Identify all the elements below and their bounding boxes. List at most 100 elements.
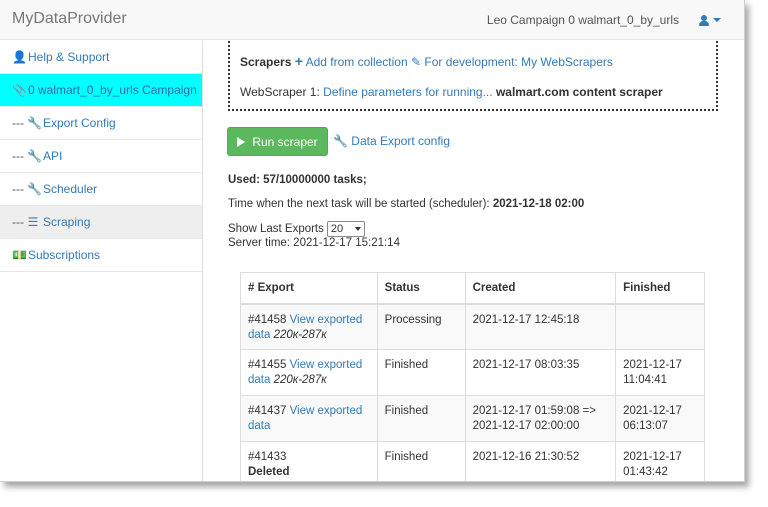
- campaign-label[interactable]: Leo Campaign 0 walmart_0_by_urls: [487, 13, 679, 27]
- finished-time: 01:43:42: [623, 466, 668, 478]
- column-header: Status: [376, 272, 466, 305]
- finished-time: 06:13:07: [623, 420, 668, 432]
- show-last-exports: Show Last Exports 20: [228, 221, 365, 237]
- view-exported-link-cont[interactable]: data: [248, 420, 270, 432]
- show-last-value: 20: [330, 223, 344, 235]
- sidebar-item-campaign[interactable]: 📎 0 walmart_0_by_urls Campaign: [0, 74, 202, 107]
- navbar: MyDataProvider Leo Campaign 0 walmart_0_…: [0, 0, 744, 40]
- table-row: #41437 View exported data Finished 2021-…: [240, 395, 705, 442]
- sidebar-item-prefix: ---: [12, 214, 24, 229]
- next-task-label: Time when the next task will be started …: [228, 198, 490, 210]
- sidebar-item-help[interactable]: 👤 Help & Support: [0, 41, 202, 74]
- brand[interactable]: MyDataProvider: [12, 10, 127, 28]
- define-parameters-link[interactable]: Define parameters for running...: [323, 85, 492, 99]
- webscraper-prefix: WebScraper 1:: [240, 85, 320, 99]
- scrapers-panel: Scrapers + Add from collection ✎ For dev…: [228, 41, 718, 111]
- sidebar-item-prefix: ---: [12, 115, 24, 130]
- created-cell: 2021-12-17 08:03:35: [464, 349, 617, 396]
- finished-cell: [615, 303, 705, 350]
- scrapers-heading: Scrapers: [240, 55, 292, 69]
- paperclip-icon: 📎: [12, 82, 27, 97]
- play-icon: [237, 136, 246, 147]
- column-header: Created: [464, 272, 617, 305]
- sidebar-item-scheduler[interactable]: --- 🔧 Scheduler: [0, 173, 202, 206]
- sidebar-item-subscriptions[interactable]: 💵 Subscriptions: [0, 239, 202, 272]
- tasks-icon: ☰: [27, 214, 39, 229]
- run-scraper-button[interactable]: Run scraper: [227, 127, 328, 156]
- data-export-config-link[interactable]: Data Export config: [351, 134, 450, 148]
- finished-date: 2021-12-17: [623, 359, 682, 371]
- navbar-right: Leo Campaign 0 walmart_0_by_urls: [487, 13, 721, 27]
- table-row: #41458 View exported data 220к-287к Proc…: [240, 303, 705, 350]
- export-range: 220к-287к: [273, 328, 327, 341]
- main-content: Scrapers + Add from collection ✎ For dev…: [215, 41, 740, 481]
- status-cell: Finished: [376, 441, 466, 481]
- export-cell: #41458 View exported data 220к-287к: [240, 303, 378, 350]
- user-menu[interactable]: [699, 14, 721, 26]
- deleted-label: Deleted: [248, 466, 290, 478]
- created-cell: 2021-12-17 12:45:18: [464, 303, 617, 350]
- exports-table: # Export Status Created Finished #41458 …: [240, 272, 705, 481]
- view-exported-link-cont[interactable]: data: [248, 374, 270, 386]
- show-last-label: Show Last Exports: [228, 223, 324, 235]
- created-cell: 2021-12-17 01:59:08 => 2021-12-17 02:00:…: [464, 395, 617, 442]
- caret-down-icon: [713, 18, 721, 22]
- export-cell: #41437 View exported data: [240, 395, 378, 442]
- sidebar-item-label: Export Config: [43, 115, 116, 130]
- sidebar-item-prefix: ---: [12, 181, 24, 196]
- view-exported-link[interactable]: View exported: [290, 359, 363, 371]
- app-window: MyDataProvider Leo Campaign 0 walmart_0_…: [0, 0, 745, 482]
- table-row: #41433 Deleted Finished 2021-12-16 21:30…: [240, 441, 705, 481]
- chevron-down-icon: [354, 227, 361, 231]
- finished-time: 11:04:41: [623, 374, 668, 386]
- plus-icon: +: [294, 53, 303, 69]
- export-cell: #41433 Deleted: [240, 441, 378, 481]
- money-icon: 💵: [12, 247, 27, 262]
- view-exported-link-cont[interactable]: data: [248, 329, 270, 341]
- server-time: Server time: 2021-12-17 15:21:14: [228, 237, 400, 249]
- finished-date: 2021-12-17: [623, 405, 682, 417]
- wrench-icon: 🔧: [27, 181, 42, 196]
- wrench-icon: 🔧: [333, 134, 348, 148]
- export-id: #41437: [248, 405, 287, 417]
- data-export-config[interactable]: 🔧 Data Export config: [333, 134, 450, 148]
- status-cell: Finished: [376, 395, 466, 442]
- sidebar-item-export-config[interactable]: --- 🔧 Export Config: [0, 107, 202, 140]
- my-webscrapers-link[interactable]: For development: My WebScrapers: [424, 55, 613, 69]
- sidebar-item-scraping[interactable]: --- ☰ Scraping: [0, 206, 202, 239]
- edit-icon: ✎: [410, 55, 422, 69]
- sidebar-item-label: Scraping: [43, 214, 91, 229]
- sidebar-item-prefix: ---: [12, 148, 24, 163]
- next-task-value: 2021-12-18 02:00: [492, 198, 585, 210]
- user-icon: 👤: [12, 49, 27, 64]
- status-cell: Finished: [376, 349, 466, 396]
- scrapers-header: Scrapers + Add from collection ✎ For dev…: [240, 53, 613, 69]
- sidebar: 👤 Help & Support 📎 0 walmart_0_by_urls C…: [0, 41, 203, 481]
- finished-cell: 2021-12-17 06:13:07: [615, 395, 705, 442]
- show-last-select[interactable]: 20: [326, 221, 365, 237]
- sidebar-item-label: 0 walmart_0_by_urls Campaign: [28, 82, 197, 97]
- column-header: # Export: [240, 272, 378, 305]
- view-exported-link[interactable]: View exported: [290, 314, 363, 326]
- export-id: #41455: [248, 359, 287, 371]
- created-end: 2021-12-17 02:00:00: [472, 420, 580, 432]
- sidebar-item-api[interactable]: --- 🔧 API: [0, 140, 202, 173]
- webscraper-name: walmart.com content scraper: [495, 85, 663, 99]
- view-exported-link[interactable]: View exported: [290, 405, 363, 417]
- finished-date: 2021-12-17: [623, 451, 682, 463]
- webscraper-row: WebScraper 1: Define parameters for runn…: [240, 85, 663, 99]
- wrench-icon: 🔧: [27, 148, 42, 163]
- sidebar-item-label: Scheduler: [43, 181, 98, 196]
- sidebar-item-label: API: [43, 148, 63, 163]
- add-from-collection-link[interactable]: Add from collection: [306, 55, 408, 69]
- export-id: #41458: [248, 313, 287, 326]
- status-cell: Processing: [376, 303, 466, 350]
- table-row: #41455 View exported data 220к-287к Fini…: [240, 349, 705, 396]
- sidebar-item-label: Help & Support: [28, 49, 110, 64]
- created-cell: 2021-12-16 21:30:52: [464, 441, 617, 481]
- run-scraper-label: Run scraper: [252, 134, 318, 149]
- sidebar-item-label: Subscriptions: [28, 247, 101, 262]
- export-range: 220к-287к: [273, 374, 327, 386]
- finished-cell: 2021-12-17 01:43:42: [615, 441, 705, 481]
- user-icon: [699, 14, 709, 26]
